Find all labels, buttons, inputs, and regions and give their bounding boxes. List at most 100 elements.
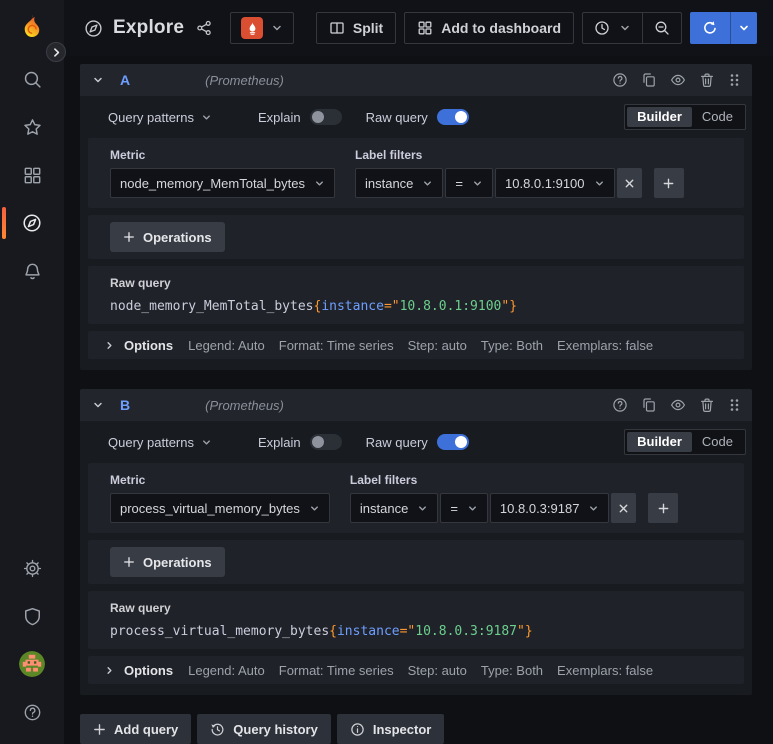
inspector-label: Inspector: [372, 721, 432, 737]
collapse-chevron-icon[interactable]: [92, 74, 104, 86]
filter-value: 10.8.0.3:9187: [499, 500, 580, 516]
editor-mode-radio-group: Builder Code: [624, 429, 746, 455]
drag-handle-icon[interactable]: [728, 72, 740, 88]
add-operation-button[interactable]: Operations: [110, 547, 225, 577]
grafana-logo[interactable]: [17, 13, 47, 43]
query-patterns-button[interactable]: Query patterns: [108, 435, 212, 450]
operations-row-b: Operations: [88, 540, 744, 584]
collapse-chevron-icon[interactable]: [92, 399, 104, 411]
add-operation-button[interactable]: Operations: [110, 222, 225, 252]
chevron-down-icon: [467, 503, 478, 514]
sidebar-item-alerting[interactable]: [0, 247, 64, 295]
options-exemplars: Exemplars: false: [557, 662, 654, 678]
chevron-right-icon[interactable]: [104, 665, 115, 676]
chevron-down-icon: [271, 22, 283, 34]
sidebar-item-server-admin[interactable]: [0, 592, 64, 640]
remove-filter-button[interactable]: [616, 168, 642, 198]
sidebar-item-profile[interactable]: [0, 640, 64, 688]
split-button[interactable]: Split: [315, 12, 397, 44]
chevron-down-icon: [314, 178, 325, 189]
options-row-b[interactable]: Options Legend: Auto Format: Time series…: [88, 656, 744, 684]
explore-compass-icon: [84, 19, 103, 38]
duplicate-query-icon[interactable]: [641, 72, 657, 88]
add-filter-button[interactable]: [648, 493, 679, 523]
sidebar-item-dashboards[interactable]: [0, 151, 64, 199]
chevron-right-icon[interactable]: [104, 340, 115, 351]
topbar-right: Split Add to dashboard: [315, 12, 757, 44]
options-row-a[interactable]: Options Legend: Auto Format: Time series…: [88, 331, 744, 359]
raw-query-toggle[interactable]: [436, 434, 469, 450]
time-picker-button[interactable]: [583, 13, 643, 43]
editor-mode-radio-group: Builder Code: [624, 104, 746, 130]
builder-mode-option[interactable]: Builder: [627, 432, 692, 452]
compass-icon: [22, 213, 42, 233]
label-filters-group: Label filters instance =: [354, 146, 684, 198]
code-mode-option[interactable]: Code: [692, 107, 743, 127]
history-icon: [210, 722, 225, 737]
add-query-button[interactable]: Add query: [80, 714, 192, 744]
sidebar-item-search[interactable]: [0, 55, 64, 103]
raw-query-label: Raw query: [110, 276, 171, 290]
query-history-button[interactable]: Query history: [197, 714, 331, 744]
query-header-b[interactable]: B (Prometheus): [80, 389, 752, 421]
query-datasource-name: (Prometheus): [205, 72, 284, 88]
gear-icon: [23, 559, 42, 578]
query-toolbar-a: Query patterns Explain Raw query Builder…: [80, 96, 752, 138]
explain-toggle[interactable]: [309, 109, 342, 125]
remove-filter-button[interactable]: [611, 493, 637, 523]
add-to-dashboard-button[interactable]: Add to dashboard: [404, 12, 574, 44]
filter-operator-select[interactable]: =: [440, 493, 488, 523]
datasource-picker[interactable]: [230, 12, 295, 44]
search-icon: [23, 70, 42, 89]
run-query-button-group: [690, 12, 757, 44]
chevron-down-icon: [738, 22, 750, 34]
duplicate-query-icon[interactable]: [641, 397, 657, 413]
run-query-button[interactable]: [690, 12, 731, 44]
options-title: Options: [124, 337, 174, 353]
sidebar-item-explore[interactable]: [0, 199, 64, 247]
filter-label-select[interactable]: instance: [354, 168, 444, 198]
split-icon: [329, 20, 345, 36]
add-filter-button[interactable]: [653, 168, 684, 198]
raw-query-label: Raw query: [110, 601, 171, 615]
sidebar-item-settings[interactable]: [0, 544, 64, 592]
options-title: Options: [124, 662, 174, 678]
builder-mode-option[interactable]: Builder: [627, 107, 692, 127]
metric-select[interactable]: process_virtual_memory_bytes: [110, 493, 330, 523]
query-patterns-button[interactable]: Query patterns: [108, 110, 212, 125]
options-type: Type: Both: [480, 337, 544, 353]
run-interval-dropdown[interactable]: [731, 12, 757, 44]
remove-query-trash-icon[interactable]: [699, 72, 715, 88]
filter-value-select[interactable]: 10.8.0.3:9187: [489, 493, 610, 523]
prometheus-icon: [241, 17, 264, 39]
disable-query-eye-icon[interactable]: [670, 397, 686, 413]
filter-operator-select[interactable]: =: [445, 168, 493, 198]
query-help-icon[interactable]: [612, 72, 628, 88]
dashboards-icon: [23, 166, 42, 185]
metric-field-label: Metric: [110, 473, 146, 487]
sidebar-item-starred[interactable]: [0, 103, 64, 151]
label-filter-row: instance = 10.8.0.3:9187: [349, 493, 679, 523]
sidebar-item-help[interactable]: [0, 688, 64, 736]
raw-query-toggle[interactable]: [436, 109, 469, 125]
drag-handle-icon[interactable]: [728, 397, 740, 413]
query-header-a[interactable]: A (Prometheus): [80, 64, 752, 96]
zoom-out-button[interactable]: [643, 13, 681, 43]
metric-select[interactable]: node_memory_MemTotal_bytes: [110, 168, 335, 198]
disable-query-eye-icon[interactable]: [670, 72, 686, 88]
question-circle-icon: [23, 703, 42, 722]
filter-value: 10.8.0.1:9100: [505, 175, 585, 191]
remove-query-trash-icon[interactable]: [699, 397, 715, 413]
query-footer-actions: Add query Query history Inspector: [80, 714, 752, 744]
bell-icon: [23, 262, 42, 281]
inspector-button[interactable]: Inspector: [336, 714, 445, 744]
code-mode-option[interactable]: Code: [692, 432, 743, 452]
sidebar-expand-button[interactable]: [46, 42, 66, 62]
query-help-icon[interactable]: [612, 397, 628, 413]
share-icon[interactable]: [196, 20, 212, 36]
filter-value-select[interactable]: 10.8.0.1:9100: [495, 168, 615, 198]
filter-label-select[interactable]: instance: [349, 493, 439, 523]
add-query-label: Add query: [114, 721, 179, 737]
chevron-down-icon: [594, 178, 605, 189]
explain-toggle[interactable]: [309, 434, 342, 450]
